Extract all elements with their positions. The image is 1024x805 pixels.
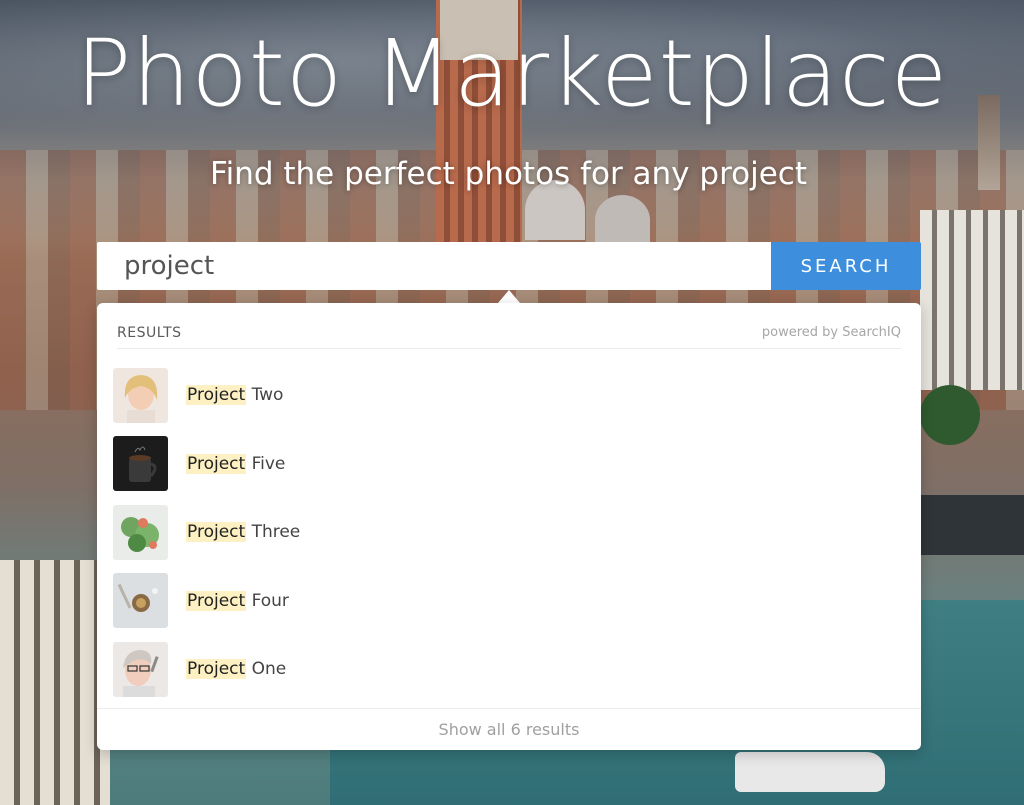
result-title-rest: Two [246, 385, 284, 406]
search-input[interactable] [97, 242, 771, 290]
result-highlight: Project [186, 522, 247, 543]
result-title-rest: Three [246, 522, 301, 543]
result-thumbnail [113, 367, 168, 423]
result-highlight: Project [186, 659, 247, 680]
result-title-rest: One [246, 659, 287, 680]
result-thumbnail [113, 573, 168, 629]
results-label: RESULTS [117, 324, 182, 341]
dropdown-caret [498, 290, 520, 303]
result-item[interactable]: Project One [113, 635, 903, 704]
result-item[interactable]: Project Five [113, 430, 903, 499]
result-thumbnail [113, 436, 168, 492]
result-title-rest: Four [246, 590, 289, 611]
page-subtitle: Find the perfect photos for any project [210, 156, 807, 192]
result-title: Project Two [186, 385, 284, 406]
result-thumbnail [113, 504, 168, 560]
result-highlight: Project [186, 590, 247, 611]
search-results-dropdown: RESULTS powered by SearchIQ Project Two [97, 303, 921, 750]
result-title: Project Five [186, 453, 286, 474]
result-title: Project Four [186, 590, 289, 611]
page-title: Photo Marketplace [75, 20, 949, 127]
result-item[interactable]: Project Four [113, 567, 903, 636]
result-title: Project One [186, 659, 287, 680]
result-highlight: Project [186, 385, 247, 406]
powered-by-label: powered by SearchIQ [761, 325, 901, 340]
search-button[interactable]: SEARCH [771, 242, 921, 290]
result-title: Project Three [186, 522, 301, 543]
result-item[interactable]: Project Two [113, 361, 903, 430]
show-all-results-link[interactable]: Show all 6 results [97, 708, 921, 750]
result-title-rest: Five [246, 453, 286, 474]
result-item[interactable]: Project Three [113, 498, 903, 567]
result-thumbnail [113, 641, 168, 697]
result-highlight: Project [186, 453, 247, 474]
search-bar: SEARCH [97, 242, 921, 290]
results-header: RESULTS powered by SearchIQ [117, 317, 901, 349]
results-list: Project Two Project Five Project Three P… [113, 361, 903, 704]
